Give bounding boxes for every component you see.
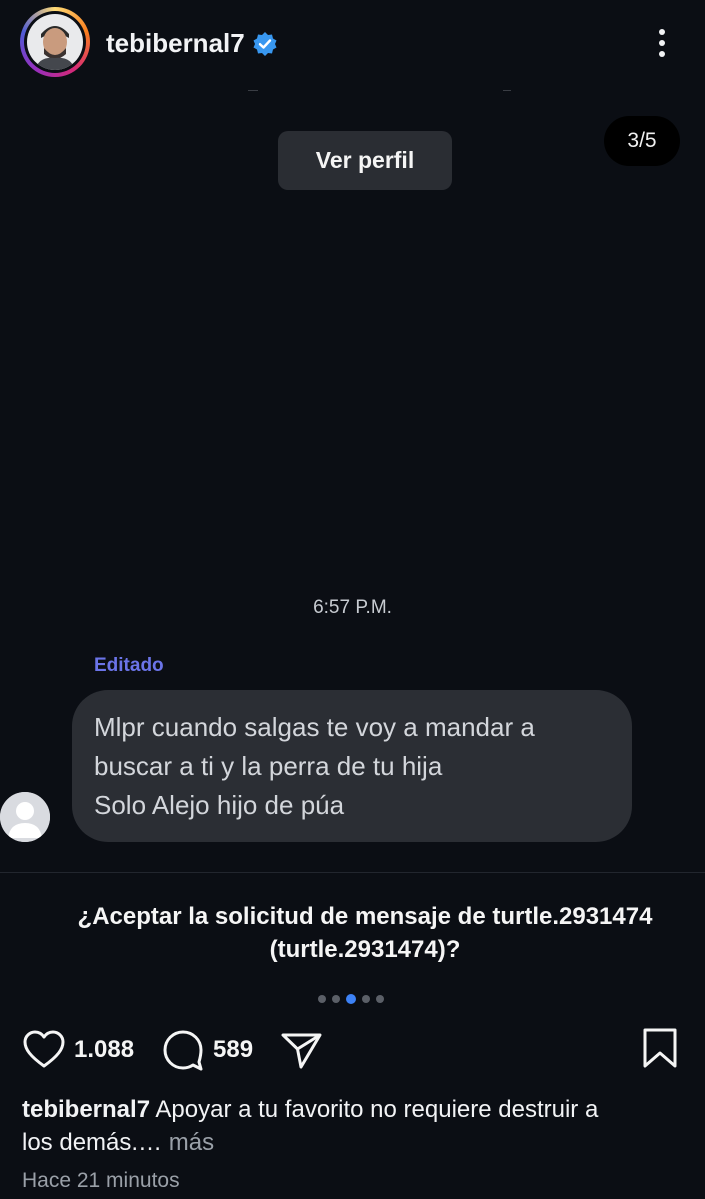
caption-text: los demás.… [22, 1129, 163, 1156]
caption-text: Apoyar a tu favorito no requiere destrui… [155, 1096, 599, 1123]
comment-button[interactable]: 589 [161, 1028, 253, 1072]
more-link[interactable]: más [169, 1129, 214, 1156]
bookmark-icon [643, 1028, 677, 1068]
like-count[interactable]: 1.088 [74, 1036, 134, 1064]
message-request-prompt: ¿Aceptar la solicitud de mensaje de turt… [0, 900, 705, 966]
carousel-dot [318, 995, 326, 1003]
post-timestamp: Hace 21 minutos [22, 1169, 180, 1192]
message-line: Mlpr cuando salgas te voy a mandar a [94, 712, 535, 742]
heart-icon [23, 1030, 65, 1068]
message-line: buscar a ti y la perra de tu hija [94, 751, 443, 781]
message-time: 6:57 P.M. [313, 597, 392, 618]
like-button[interactable]: 1.088 [22, 1028, 134, 1072]
comment-icon [163, 1030, 203, 1071]
username[interactable]: tebibernal7 [106, 28, 245, 59]
post-page: tebibernal7 Ver perfil 3/5 6:57 P.M. Edi… [0, 0, 705, 1199]
divider [503, 90, 511, 91]
avatar-photo [27, 14, 83, 70]
more-options-button[interactable] [650, 24, 674, 64]
carousel-dot [332, 995, 340, 1003]
save-button[interactable] [640, 1026, 680, 1070]
view-profile-button[interactable]: Ver perfil [278, 131, 452, 190]
message-line: Solo Alejo hijo de púa [94, 790, 345, 820]
caption-username[interactable]: tebibernal7 [22, 1096, 150, 1123]
comment-count[interactable]: 589 [213, 1036, 253, 1064]
post-header: tebibernal7 [0, 0, 705, 92]
send-icon [281, 1033, 322, 1069]
profile-avatar[interactable] [20, 7, 90, 77]
carousel-dot-active [346, 994, 356, 1004]
carousel-dot [362, 995, 370, 1003]
default-avatar-icon [0, 792, 50, 842]
carousel-indicator [318, 994, 384, 1004]
divider [248, 90, 258, 91]
sender-avatar [0, 792, 50, 842]
post-caption: tebibernal7 Apoyar a tu favorito no requ… [22, 1093, 692, 1159]
verified-badge-icon [252, 31, 278, 57]
prompt-line: (turtle.2931474)? [269, 936, 461, 963]
image-counter: 3/5 [604, 116, 680, 166]
divider [0, 872, 705, 873]
edited-label: Editado [94, 655, 164, 676]
prompt-line: ¿Aceptar la solicitud de mensaje de turt… [77, 903, 653, 930]
message-bubble: Mlpr cuando salgas te voy a mandar a bus… [72, 690, 632, 842]
share-button[interactable] [279, 1028, 323, 1072]
more-vertical-icon [659, 29, 665, 57]
carousel-dot [376, 995, 384, 1003]
